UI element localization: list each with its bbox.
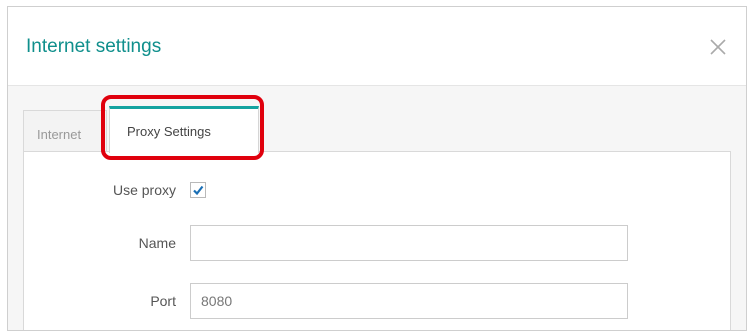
name-input[interactable] [190, 225, 628, 261]
close-icon[interactable] [708, 37, 728, 57]
proxy-settings-panel: Use proxy Name Port [23, 151, 731, 330]
dialog-header: Internet settings [8, 7, 746, 86]
port-input[interactable] [190, 283, 628, 319]
name-label: Name [138, 235, 176, 251]
dialog-body: Internet Proxy Settings Use proxy Name P… [8, 86, 746, 330]
internet-settings-dialog: Internet settings Internet Proxy Setting… [7, 6, 747, 331]
use-proxy-checkbox[interactable] [190, 182, 206, 198]
tab-proxy-settings[interactable]: Proxy Settings [109, 106, 259, 153]
checkmark-icon [193, 185, 204, 196]
tab-internet[interactable]: Internet [23, 110, 107, 152]
port-label: Port [150, 293, 176, 309]
dialog-title: Internet settings [26, 36, 162, 57]
use-proxy-label: Use proxy [112, 182, 176, 198]
